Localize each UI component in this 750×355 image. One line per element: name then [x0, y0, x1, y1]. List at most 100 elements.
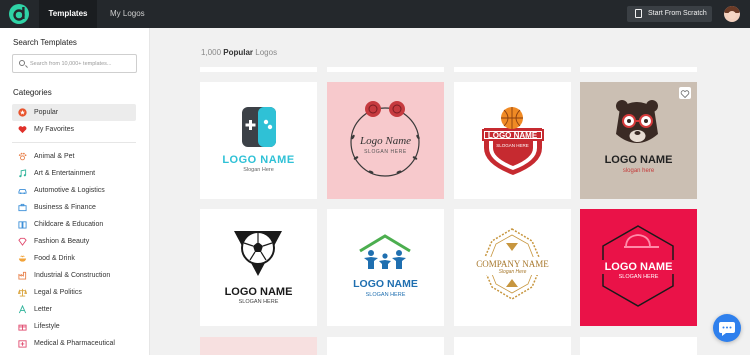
tab-my-logos[interactable]: My Logos [110, 0, 145, 28]
scale-icon [18, 288, 27, 297]
logo-name-text: COMPANY NAME [476, 259, 549, 269]
sidebar: Search Templates Categories Popular My F… [0, 28, 150, 355]
category-childcare-education[interactable]: Childcare & Education [12, 216, 136, 233]
category-label: Childcare & Education [34, 221, 104, 228]
category-label: Legal & Politics [34, 289, 82, 296]
gift-icon [18, 324, 27, 331]
logo-name-text: LOGO NAME [604, 261, 673, 273]
slogan-text: slogan here [622, 168, 655, 174]
category-animal-pet[interactable]: Animal & Pet [12, 148, 136, 165]
logo-name-text: LOGO NAME [224, 286, 293, 298]
category-label: Medical & Pharmaceutical [34, 340, 115, 347]
soccer-ball-icon [234, 231, 282, 276]
category-label: Food & Drink [34, 255, 75, 262]
category-food-drink[interactable]: Food & Drink [12, 250, 136, 267]
tile-partial [580, 67, 697, 72]
heart-outline-icon [680, 90, 690, 99]
category-business-finance[interactable]: Business & Finance [12, 199, 136, 216]
category-label: Art & Entertainment [34, 170, 96, 177]
slogan-text: Slogan Here [243, 167, 274, 173]
factory-icon [18, 271, 27, 280]
search-input[interactable] [30, 57, 130, 70]
logo-name-text: LOGO NAME [487, 131, 538, 140]
logo-template-card[interactable]: LOGO NAME slogan here [580, 82, 697, 199]
logo-name-text: LOGO NAME [222, 154, 295, 166]
category-label: Industrial & Construction [34, 272, 111, 279]
category-label: Fashion & Beauty [34, 238, 90, 245]
logo-template-card[interactable]: LOGO NAME SLOGAN HERE [327, 209, 444, 326]
diamond-icon [18, 237, 27, 246]
category-label: My Favorites [34, 126, 75, 133]
results-count: 1,000 [201, 48, 222, 57]
category-fashion-beauty[interactable]: Fashion & Beauty [12, 233, 136, 250]
basketball-shield-icon [482, 107, 544, 175]
category-legal-politics[interactable]: Legal & Politics [12, 284, 136, 301]
tile-partial [454, 337, 571, 355]
slogan-text: Slogan Here [498, 269, 527, 275]
category-lifestyle[interactable]: Lifestyle [12, 318, 136, 335]
start-from-scratch-button[interactable]: Start From Scratch [627, 6, 712, 22]
category-popular[interactable]: Popular [12, 104, 136, 121]
start-from-scratch-label: Start From Scratch [648, 10, 707, 17]
slogan-text: SLOGAN HERE [364, 149, 407, 155]
logo-template-card[interactable]: COMPANY NAME Slogan Here [454, 209, 571, 326]
results-suffix: Logos [255, 48, 278, 57]
slogan-text: SLOGAN HERE [238, 299, 279, 305]
category-my-favorites[interactable]: My Favorites [12, 121, 136, 138]
tile-partial [200, 67, 317, 72]
tile-partial [580, 337, 697, 355]
music-note-icon [19, 169, 27, 178]
logo-name-text: LOGO NAME [353, 278, 418, 290]
chat-bubble-icon [719, 322, 735, 336]
slogan-text: SLOGAN HERE [365, 292, 406, 298]
favorite-button[interactable] [679, 87, 691, 99]
search-icon [19, 60, 25, 66]
family-house-icon [359, 234, 411, 269]
results-heading: 1,000 Popular Logos [201, 48, 277, 57]
star-icon [18, 108, 27, 117]
logo-template-card[interactable]: LOGO NAME SLOGAN HERE [454, 82, 571, 199]
logo-template-card[interactable]: LOGO NAME SLOGAN HERE [200, 209, 317, 326]
category-industrial-construction[interactable]: Industrial & Construction [12, 267, 136, 284]
avatar-face [728, 11, 736, 19]
search-title: Search Templates [13, 38, 77, 47]
food-icon [18, 255, 27, 262]
sidebar-divider [12, 142, 136, 143]
category-label: Lifestyle [34, 323, 60, 330]
top-bar: Templates My Logos Start From Scratch [0, 0, 750, 28]
category-art-entertainment[interactable]: Art & Entertainment [12, 165, 136, 182]
logo-template-card[interactable]: LOGO NAME Slogan Here [200, 82, 317, 199]
category-letter[interactable]: Letter [12, 301, 136, 318]
gamepad-icon [242, 107, 276, 147]
book-icon [18, 221, 27, 229]
chat-button[interactable] [713, 314, 741, 342]
category-automotive-logistics[interactable]: Automotive & Logistics [12, 182, 136, 199]
tile-partial [327, 67, 444, 72]
paw-icon [18, 152, 27, 161]
category-medical-pharmaceutical[interactable]: Medical & Pharmaceutical [12, 335, 136, 352]
logo-template-card[interactable]: Logo Name SLOGAN HERE [327, 82, 444, 199]
briefcase-icon [18, 203, 27, 212]
app-logo-icon[interactable] [9, 4, 29, 24]
medical-icon [18, 340, 27, 348]
tab-templates[interactable]: Templates [39, 0, 97, 28]
results-sort: Popular [223, 48, 254, 57]
car-icon [18, 189, 27, 195]
document-icon [635, 9, 642, 18]
category-label: Business & Finance [34, 204, 96, 211]
tile-partial [327, 337, 444, 355]
letter-icon [18, 305, 27, 314]
category-label: Animal & Pet [34, 153, 75, 160]
avatar[interactable] [724, 6, 740, 22]
logo-name-text: LOGO NAME [604, 154, 673, 166]
logo-template-card[interactable]: LOGO NAME SLOGAN HERE [580, 209, 697, 326]
categories-title: Categories [13, 88, 52, 97]
tile-partial [200, 337, 317, 355]
slogan-text: SLOGAN HERE [618, 274, 659, 280]
category-label: Popular [34, 109, 59, 116]
tile-partial [454, 67, 571, 72]
logo-name-text: Logo Name [359, 135, 412, 147]
category-label: Automotive & Logistics [34, 187, 105, 194]
search-box[interactable] [12, 54, 137, 73]
heart-icon [18, 126, 27, 134]
